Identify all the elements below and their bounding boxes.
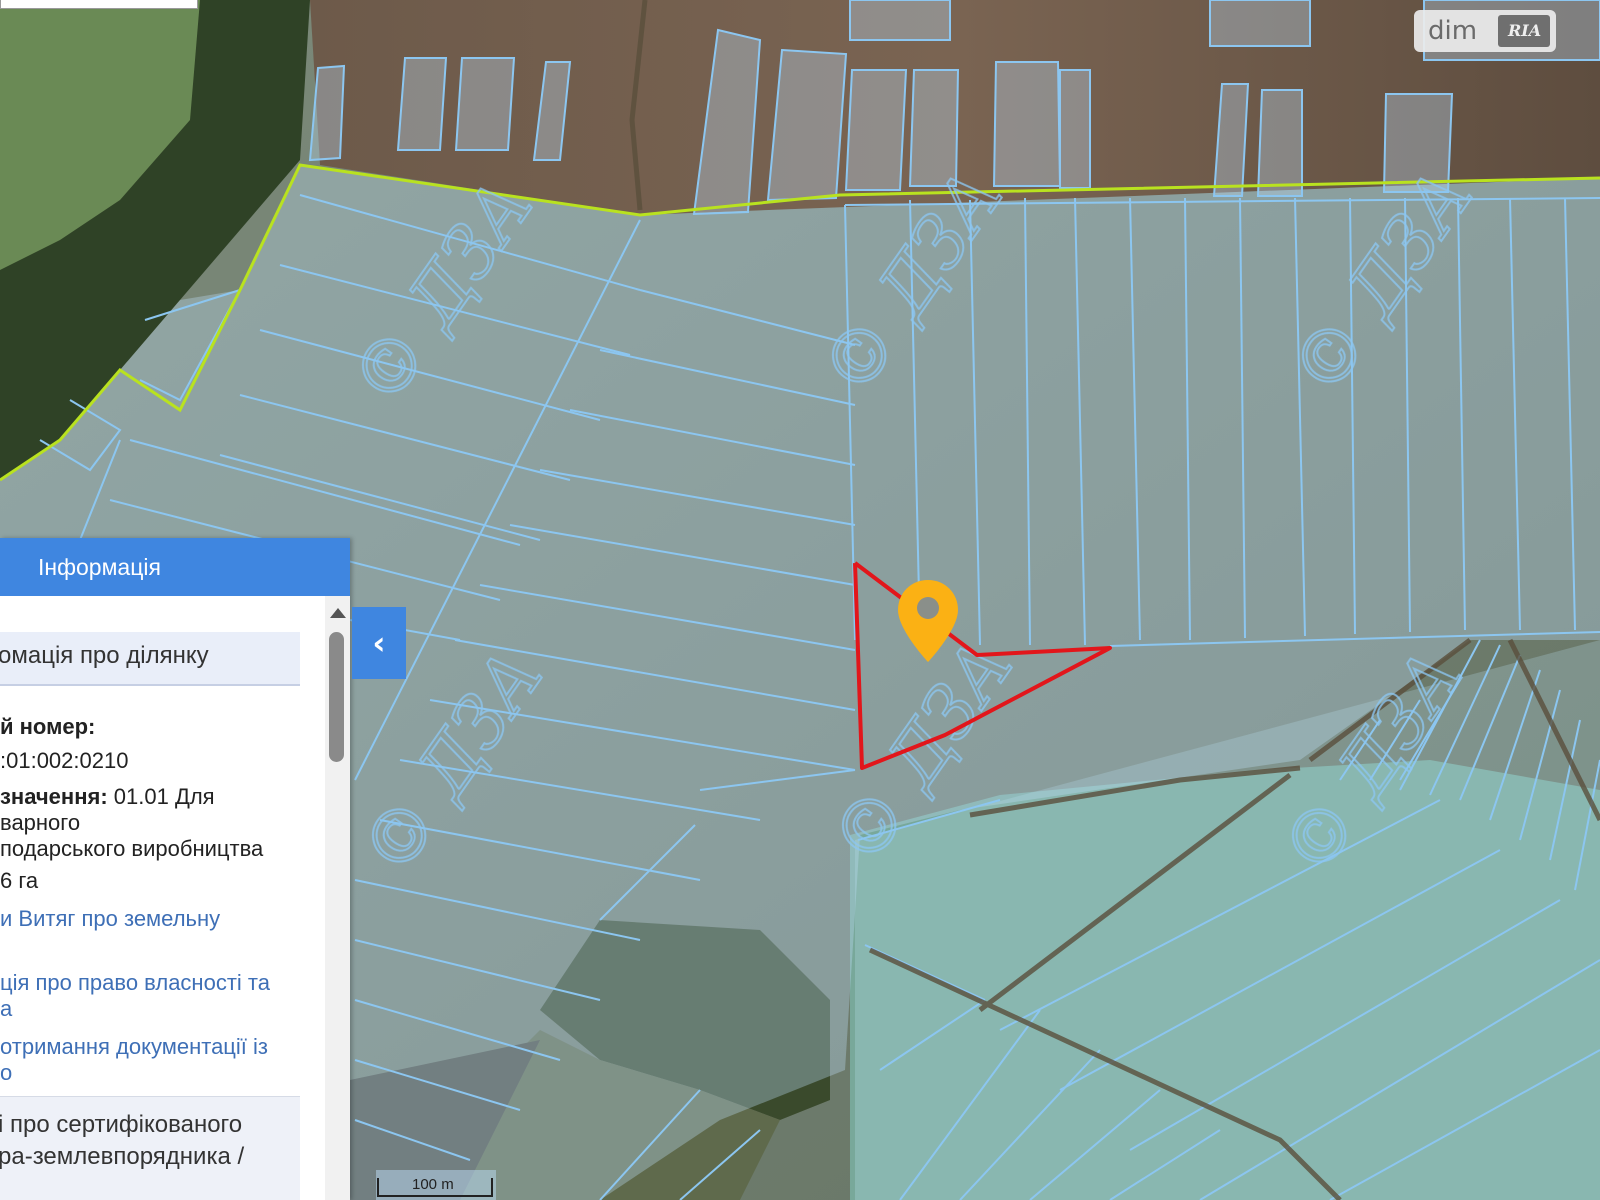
documentation-link-line2[interactable]: о [0,1060,12,1086]
info-panel: Інформація омація про ділянку й номер: :… [0,538,350,1200]
ownership-info-link[interactable]: ція про право власності та [0,970,270,996]
top-left-control [0,0,198,9]
chevron-left-icon: ‹ [372,624,386,662]
parcel-info-section-header[interactable]: омація про ділянку [0,632,300,686]
cadastral-number-label: й номер: [0,714,96,739]
dimria-logo: dim RIA [1414,10,1556,52]
cadastral-number-value: :01:002:0210 [0,748,129,773]
surveyor-title-line1: і про сертифікованого [0,1111,243,1138]
purpose-label: значення: [0,784,108,809]
ownership-info-link-line2[interactable]: а [0,996,12,1022]
logo-text: dim [1428,16,1478,46]
collapse-panel-button[interactable]: ‹ [352,607,406,679]
scrollbar-thumb[interactable] [329,632,344,762]
purpose-value-line2: варного [0,810,81,835]
documentation-link[interactable]: отримання документації із [0,1034,268,1060]
info-panel-body: омація про ділянку й номер: :01:002:0210… [0,596,325,1200]
surveyor-section[interactable]: і про сертифікованого ра-землевпорядника… [0,1096,300,1200]
purpose-value: 01.01 Для [107,784,215,809]
surveyor-title-line2: ра-землевпорядника / [0,1143,245,1170]
extract-link[interactable]: и Витяг про земельну [0,906,220,932]
info-panel-title: Інформація [38,554,161,580]
triangle-up-icon[interactable] [330,608,346,618]
purpose-value-line3: подарського виробництва [0,836,264,861]
info-panel-header: Інформація [0,538,350,596]
area-value: 6 га [0,868,39,893]
info-panel-scrollbar[interactable] [325,596,350,1200]
logo-mark: RIA [1498,15,1550,47]
parcel-info-section-title: омація про ділянку [0,642,209,669]
purpose-row: значення: 01.01 Для [0,784,215,810]
scale-label-box: 100 m [376,1168,496,1196]
logo-mark-text: RIA [1508,21,1542,40]
scale-label: 100 m [412,1176,454,1193]
